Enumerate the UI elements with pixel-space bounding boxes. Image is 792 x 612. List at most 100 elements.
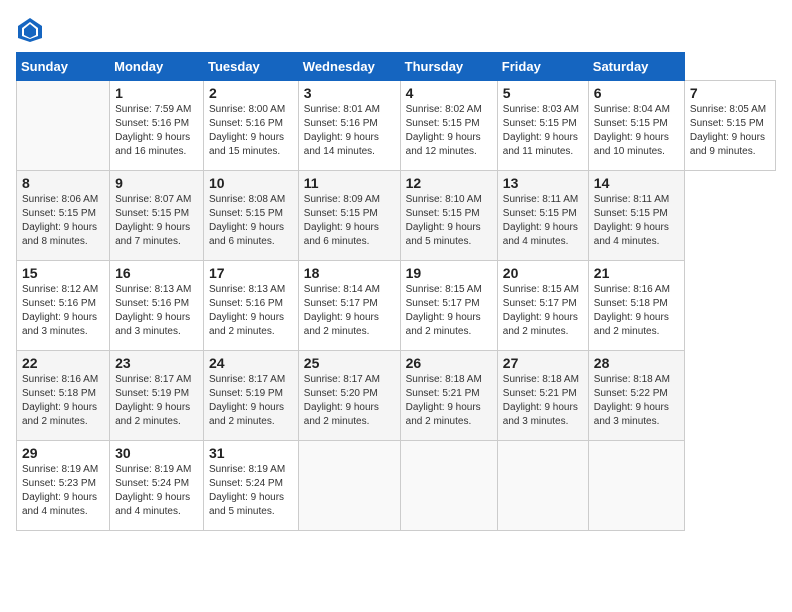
day-cell-3: 3Sunrise: 8:01 AM Sunset: 5:16 PM Daylig… — [298, 81, 400, 171]
day-cell-6: 6 Sunrise: 8:04 AM Sunset: 5:15 PM Daylig… — [588, 81, 684, 171]
day-number: 25 — [304, 355, 395, 371]
empty-cell — [588, 441, 684, 531]
day-cell-29: 29 Sunrise: 8:19 AM Sunset: 5:23 PM Dayli… — [17, 441, 110, 531]
day-header-tuesday: Tuesday — [204, 53, 299, 81]
day-cell-21: 21Sunrise: 8:16 AM Sunset: 5:18 PM Dayli… — [588, 261, 684, 351]
day-info: Sunrise: 8:13 AM Sunset: 5:16 PM Dayligh… — [115, 283, 198, 339]
calendar-table: SundayMondayTuesdayWednesdayThursdayFrid… — [16, 52, 776, 531]
day-info: Sunrise: 8:12 AM Sunset: 5:16 PM Dayligh… — [22, 283, 104, 339]
day-info: Sunrise: 8:05 AM Sunset: 5:15 PM Dayligh… — [690, 103, 770, 159]
calendar-week-4: 29 Sunrise: 8:19 AM Sunset: 5:23 PM Dayli… — [17, 441, 776, 531]
day-info: Sunrise: 8:17 AM Sunset: 5:19 PM Dayligh… — [115, 373, 198, 429]
day-number: 10 — [209, 175, 293, 191]
logo-icon — [16, 16, 44, 44]
day-number: 19 — [406, 265, 492, 281]
day-info: Sunrise: 8:10 AM Sunset: 5:15 PM Dayligh… — [406, 193, 492, 249]
day-info: Sunrise: 8:11 AM Sunset: 5:15 PM Dayligh… — [594, 193, 679, 249]
day-number: 18 — [304, 265, 395, 281]
day-number: 16 — [115, 265, 198, 281]
day-info: Sunrise: 8:17 AM Sunset: 5:19 PM Dayligh… — [209, 373, 293, 429]
day-info: Sunrise: 8:17 AM Sunset: 5:20 PM Dayligh… — [304, 373, 395, 429]
day-number: 15 — [22, 265, 104, 281]
day-cell-4: 4 Sunrise: 8:02 AM Sunset: 5:15 PM Daylig… — [400, 81, 497, 171]
day-cell-25: 25 Sunrise: 8:17 AM Sunset: 5:20 PM Dayli… — [298, 351, 400, 441]
day-number: 24 — [209, 355, 293, 371]
empty-cell — [298, 441, 400, 531]
day-number: 26 — [406, 355, 492, 371]
day-cell-12: 12 Sunrise: 8:10 AM Sunset: 5:15 PM Dayli… — [400, 171, 497, 261]
day-number: 1 — [115, 85, 198, 101]
day-number: 14 — [594, 175, 679, 191]
day-header-wednesday: Wednesday — [298, 53, 400, 81]
day-info: Sunrise: 8:11 AM Sunset: 5:15 PM Dayligh… — [503, 193, 583, 249]
day-cell-11: 11 Sunrise: 8:09 AM Sunset: 5:15 PM Dayli… — [298, 171, 400, 261]
day-info: Sunrise: 8:08 AM Sunset: 5:15 PM Dayligh… — [209, 193, 293, 249]
day-info: Sunrise: 8:07 AM Sunset: 5:15 PM Dayligh… — [115, 193, 198, 249]
day-number: 13 — [503, 175, 583, 191]
day-info: Sunrise: 8:19 AM Sunset: 5:24 PM Dayligh… — [209, 463, 293, 519]
day-header-saturday: Saturday — [588, 53, 684, 81]
day-info: Sunrise: 8:04 AM Sunset: 5:15 PM Dayligh… — [594, 103, 679, 159]
day-info: Sunrise: 8:09 AM Sunset: 5:15 PM Dayligh… — [304, 193, 395, 249]
day-info: Sunrise: 8:14 AM Sunset: 5:17 PM Dayligh… — [304, 283, 395, 339]
day-number: 12 — [406, 175, 492, 191]
day-number: 22 — [22, 355, 104, 371]
day-number: 21 — [594, 265, 679, 281]
day-header-thursday: Thursday — [400, 53, 497, 81]
day-info: Sunrise: 8:18 AM Sunset: 5:22 PM Dayligh… — [594, 373, 679, 429]
day-number: 2 — [209, 85, 293, 101]
day-cell-23: 23 Sunrise: 8:17 AM Sunset: 5:19 PM Dayli… — [110, 351, 204, 441]
day-cell-10: 10 Sunrise: 8:08 AM Sunset: 5:15 PM Dayli… — [204, 171, 299, 261]
day-header-monday: Monday — [110, 53, 204, 81]
day-info: Sunrise: 7:59 AM Sunset: 5:16 PM Dayligh… — [115, 103, 198, 159]
day-header-sunday: Sunday — [17, 53, 110, 81]
day-info: Sunrise: 8:18 AM Sunset: 5:21 PM Dayligh… — [406, 373, 492, 429]
day-info: Sunrise: 8:06 AM Sunset: 5:15 PM Dayligh… — [22, 193, 104, 249]
day-number: 23 — [115, 355, 198, 371]
day-info: Sunrise: 8:19 AM Sunset: 5:24 PM Dayligh… — [115, 463, 198, 519]
calendar-week-1: 8 Sunrise: 8:06 AM Sunset: 5:15 PM Daylig… — [17, 171, 776, 261]
day-cell-31: 31 Sunrise: 8:19 AM Sunset: 5:24 PM Dayli… — [204, 441, 299, 531]
day-cell-27: 27Sunrise: 8:18 AM Sunset: 5:21 PM Dayli… — [497, 351, 588, 441]
day-info: Sunrise: 8:15 AM Sunset: 5:17 PM Dayligh… — [503, 283, 583, 339]
day-info: Sunrise: 8:19 AM Sunset: 5:23 PM Dayligh… — [22, 463, 104, 519]
day-cell-17: 17 Sunrise: 8:13 AM Sunset: 5:16 PM Dayli… — [204, 261, 299, 351]
logo — [16, 16, 46, 44]
calendar-week-2: 15 Sunrise: 8:12 AM Sunset: 5:16 PM Dayli… — [17, 261, 776, 351]
day-cell-2: 2 Sunrise: 8:00 AM Sunset: 5:16 PM Daylig… — [204, 81, 299, 171]
day-number: 11 — [304, 175, 395, 191]
day-cell-16: 16 Sunrise: 8:13 AM Sunset: 5:16 PM Dayli… — [110, 261, 204, 351]
empty-cell — [17, 81, 110, 171]
day-info: Sunrise: 8:03 AM Sunset: 5:15 PM Dayligh… — [503, 103, 583, 159]
day-number: 7 — [690, 85, 770, 101]
day-info: Sunrise: 8:02 AM Sunset: 5:15 PM Dayligh… — [406, 103, 492, 159]
day-cell-15: 15 Sunrise: 8:12 AM Sunset: 5:16 PM Dayli… — [17, 261, 110, 351]
day-cell-8: 8 Sunrise: 8:06 AM Sunset: 5:15 PM Daylig… — [17, 171, 110, 261]
day-number: 9 — [115, 175, 198, 191]
day-info: Sunrise: 8:16 AM Sunset: 5:18 PM Dayligh… — [22, 373, 104, 429]
header-row: SundayMondayTuesdayWednesdayThursdayFrid… — [17, 53, 776, 81]
day-info: Sunrise: 8:00 AM Sunset: 5:16 PM Dayligh… — [209, 103, 293, 159]
day-cell-1: 1 Sunrise: 7:59 AM Sunset: 5:16 PM Daylig… — [110, 81, 204, 171]
day-cell-30: 30Sunrise: 8:19 AM Sunset: 5:24 PM Dayli… — [110, 441, 204, 531]
day-number: 29 — [22, 445, 104, 461]
day-number: 8 — [22, 175, 104, 191]
day-info: Sunrise: 8:13 AM Sunset: 5:16 PM Dayligh… — [209, 283, 293, 339]
day-cell-19: 19Sunrise: 8:15 AM Sunset: 5:17 PM Dayli… — [400, 261, 497, 351]
day-number: 20 — [503, 265, 583, 281]
day-number: 31 — [209, 445, 293, 461]
day-cell-20: 20 Sunrise: 8:15 AM Sunset: 5:17 PM Dayli… — [497, 261, 588, 351]
empty-cell — [497, 441, 588, 531]
day-cell-14: 14 Sunrise: 8:11 AM Sunset: 5:15 PM Dayli… — [588, 171, 684, 261]
day-cell-7: 7 Sunrise: 8:05 AM Sunset: 5:15 PM Daylig… — [684, 81, 775, 171]
day-number: 17 — [209, 265, 293, 281]
day-cell-28: 28Sunrise: 8:18 AM Sunset: 5:22 PM Dayli… — [588, 351, 684, 441]
calendar-body: 1 Sunrise: 7:59 AM Sunset: 5:16 PM Daylig… — [17, 81, 776, 531]
day-number: 4 — [406, 85, 492, 101]
header — [16, 16, 776, 44]
calendar-week-3: 22 Sunrise: 8:16 AM Sunset: 5:18 PM Dayli… — [17, 351, 776, 441]
day-cell-9: 9 Sunrise: 8:07 AM Sunset: 5:15 PM Daylig… — [110, 171, 204, 261]
day-cell-5: 5Sunrise: 8:03 AM Sunset: 5:15 PM Daylig… — [497, 81, 588, 171]
day-number: 6 — [594, 85, 679, 101]
day-info: Sunrise: 8:01 AM Sunset: 5:16 PM Dayligh… — [304, 103, 395, 159]
